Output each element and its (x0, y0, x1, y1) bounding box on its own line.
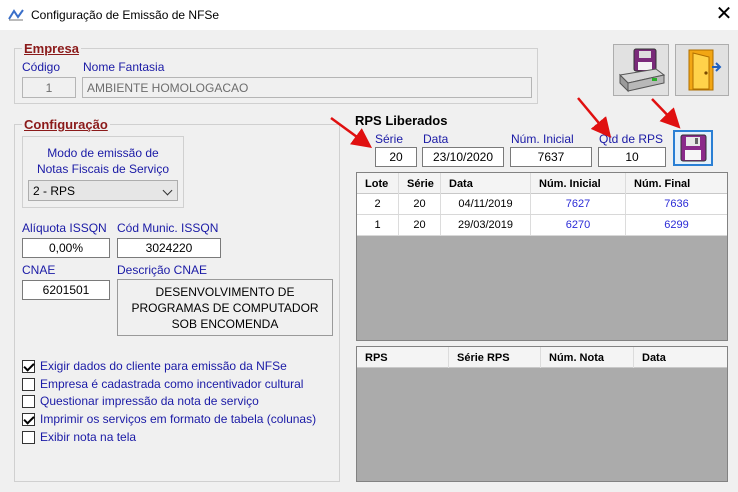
annotation-arrow-save (651, 98, 681, 129)
annotation-arrow-qtd (577, 97, 612, 138)
annotation-arrows (330, 97, 681, 148)
annotation-arrow-serie (330, 116, 373, 148)
